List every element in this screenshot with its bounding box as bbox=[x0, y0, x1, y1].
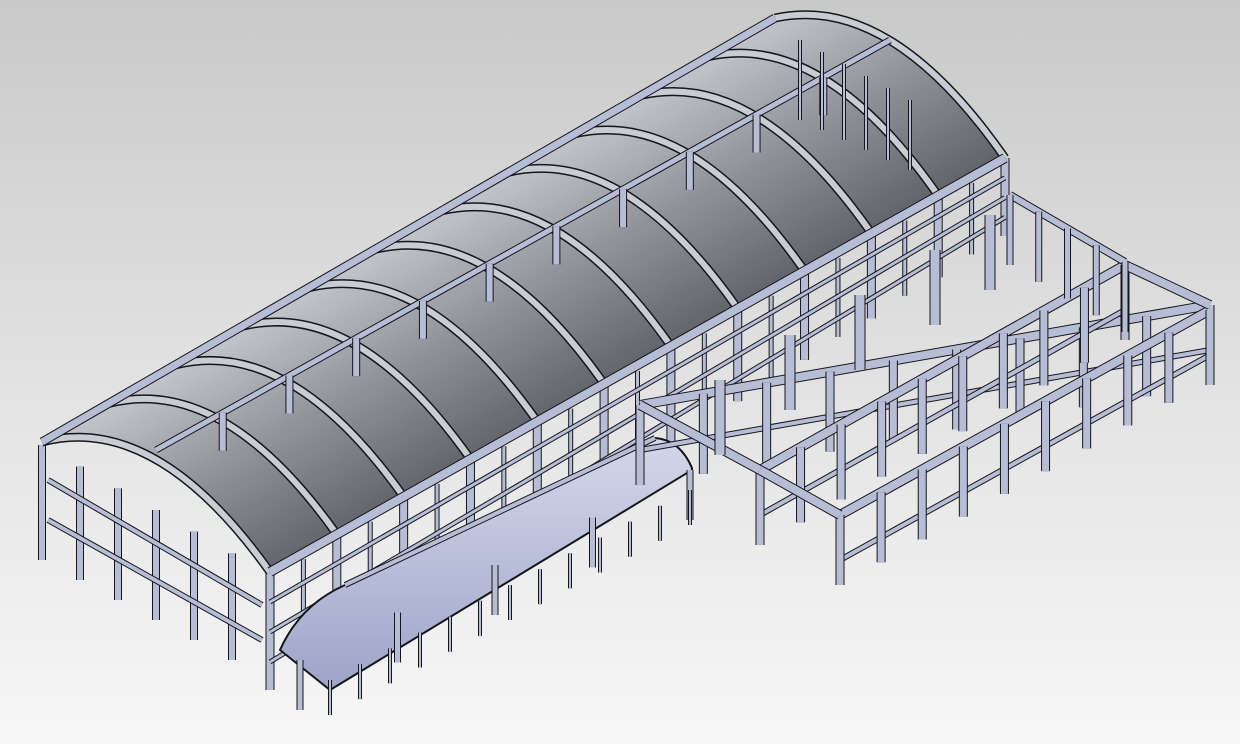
building-model bbox=[38, 10, 1215, 715]
cad-viewport[interactable] bbox=[0, 0, 1240, 744]
wing-mid-rail bbox=[759, 308, 1126, 517]
wing-cross-beam bbox=[1123, 261, 1212, 309]
